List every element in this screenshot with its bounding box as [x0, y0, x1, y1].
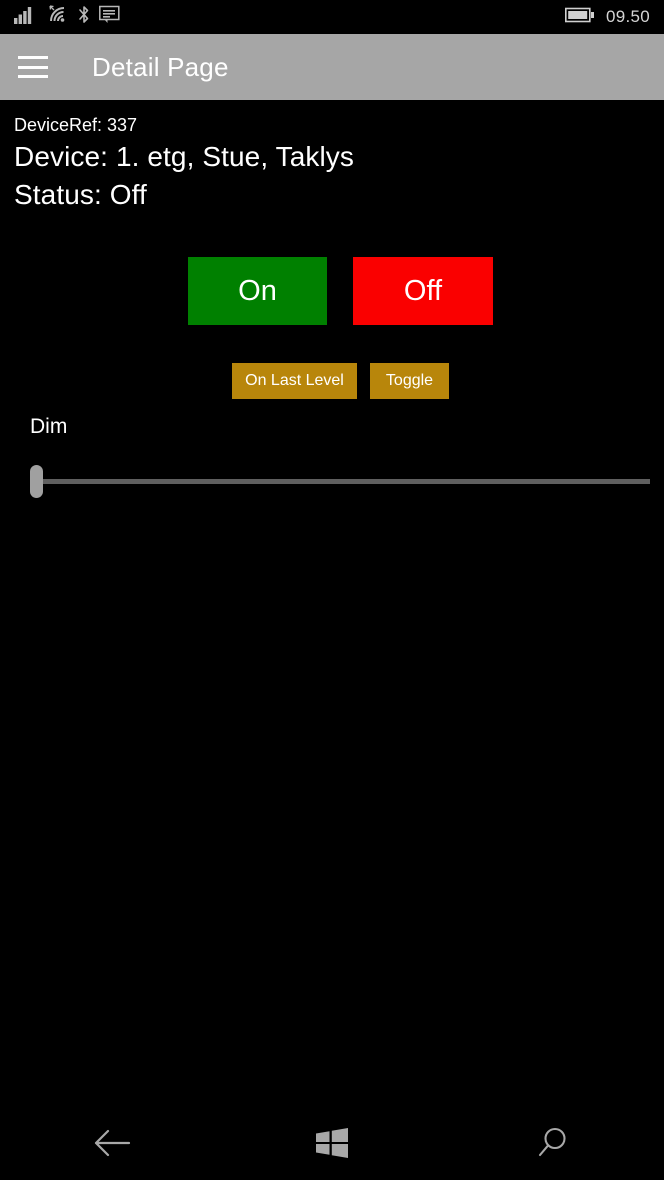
- wifi-icon: [45, 4, 69, 29]
- dim-label: Dim: [30, 415, 68, 438]
- system-navigation-bar: [0, 1110, 664, 1180]
- hamburger-line: [18, 56, 48, 59]
- toggle-button[interactable]: Toggle: [370, 363, 449, 399]
- battery-full-icon: [564, 7, 595, 28]
- primary-button-row: On Off: [0, 257, 664, 325]
- off-button[interactable]: Off: [353, 257, 493, 325]
- status-bar: 09.50: [0, 0, 664, 34]
- device-info-block: DeviceRef: 337 Device: 1. etg, Stue, Tak…: [0, 100, 664, 214]
- status-bar-left-icons: [14, 5, 120, 29]
- nav-start-button[interactable]: [221, 1110, 442, 1180]
- search-icon: [536, 1126, 570, 1165]
- title-bar: Detail Page: [0, 34, 664, 100]
- on-button[interactable]: On: [188, 257, 327, 325]
- nav-search-button[interactable]: [443, 1110, 664, 1180]
- hamburger-line: [18, 65, 48, 69]
- bluetooth-icon: [78, 5, 90, 29]
- status-bar-clock: 09.50: [605, 7, 650, 26]
- secondary-button-row: On Last Level Toggle: [0, 363, 664, 399]
- dim-slider[interactable]: [30, 462, 650, 502]
- hamburger-line: [18, 75, 48, 78]
- status-bar-right: 09.50: [564, 7, 650, 28]
- device-name-label: Device: 1. etg, Stue, Taklys: [14, 141, 355, 172]
- back-arrow-icon: [91, 1128, 131, 1163]
- main-content: DeviceRef: 337 Device: 1. etg, Stue, Tak…: [0, 100, 664, 1110]
- cellular-signal-icon: [14, 6, 36, 29]
- on-last-level-button[interactable]: On Last Level: [232, 363, 357, 399]
- dim-slider-thumb[interactable]: [30, 465, 43, 498]
- page-title: Detail Page: [92, 51, 229, 82]
- sms-message-icon: [99, 5, 120, 29]
- windows-start-icon: [315, 1127, 349, 1164]
- device-ref-label: DeviceRef: 337: [14, 115, 138, 135]
- dim-slider-track[interactable]: [36, 479, 650, 484]
- nav-back-button[interactable]: [0, 1110, 221, 1180]
- hamburger-menu-icon[interactable]: [18, 56, 48, 78]
- device-status-label: Status: Off: [14, 179, 147, 210]
